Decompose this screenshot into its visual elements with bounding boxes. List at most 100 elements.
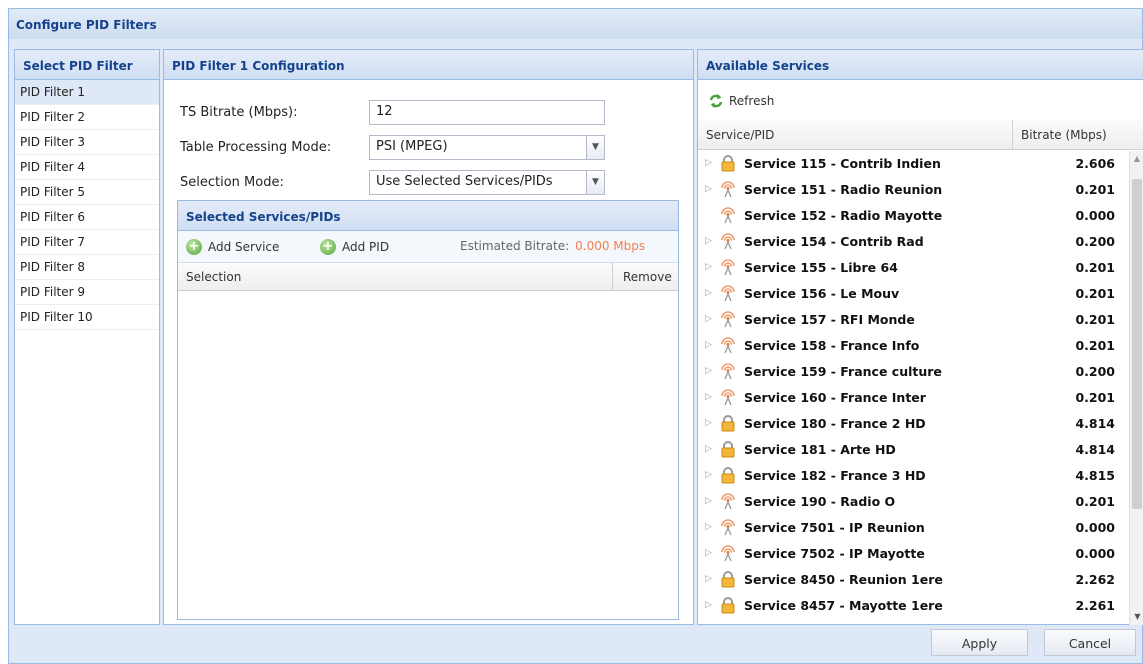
service-bitrate: 2.261 <box>1075 598 1115 613</box>
expand-icon[interactable]: ▷ <box>705 236 712 246</box>
lock-icon <box>719 414 737 432</box>
service-row[interactable]: ▷ Service 159 - France culture 0.200 <box>698 359 1143 385</box>
estimated-bitrate: Estimated Bitrate: 0.000 Mbps <box>460 239 645 253</box>
expand-icon[interactable]: ▷ <box>705 158 712 168</box>
pid-filter-item[interactable]: PID Filter 9 <box>15 280 159 305</box>
estimated-bitrate-label: Estimated Bitrate: <box>460 239 570 253</box>
expand-icon[interactable]: ▷ <box>705 184 712 194</box>
expand-icon[interactable]: ▷ <box>705 522 712 532</box>
service-name: Service 115 - Contrib Indien <box>744 156 941 171</box>
column-service-pid[interactable]: Service/PID <box>706 128 774 142</box>
expand-icon[interactable]: ▷ <box>705 392 712 402</box>
scrollbar[interactable]: ▲ ▼ <box>1129 151 1143 625</box>
pid-filter-item[interactable]: PID Filter 8 <box>15 255 159 280</box>
radio-icon <box>719 336 737 354</box>
expand-icon[interactable]: ▷ <box>705 496 712 506</box>
service-row[interactable]: ▷ Service 160 - France Inter 0.201 <box>698 385 1143 411</box>
expand-icon[interactable]: ▷ <box>705 288 712 298</box>
scroll-up-arrow[interactable]: ▲ <box>1130 151 1143 167</box>
radio-icon <box>719 310 737 328</box>
pid-filter-item[interactable]: PID Filter 7 <box>15 230 159 255</box>
expand-icon[interactable]: ▷ <box>705 574 712 584</box>
apply-button[interactable]: Apply <box>931 629 1028 656</box>
chevron-down-icon[interactable]: ▼ <box>586 136 604 159</box>
pid-filter-item[interactable]: PID Filter 6 <box>15 205 159 230</box>
service-row[interactable]: ▷ Service 8450 - Reunion 1ere 2.262 <box>698 567 1143 593</box>
pid-filter-item[interactable]: PID Filter 2 <box>15 105 159 130</box>
selected-grid-body <box>178 291 678 621</box>
service-name: Service 190 - Radio O <box>744 494 896 509</box>
scrollbar-thumb[interactable] <box>1132 179 1142 509</box>
services-grid-header: Service/PID Bitrate (Mbps) <box>698 120 1143 150</box>
service-row[interactable]: ▷ Service 115 - Contrib Indien 2.606 <box>698 151 1143 177</box>
add-service-button[interactable]: + Add Service <box>186 239 279 255</box>
ts-bitrate-label: TS Bitrate (Mbps): <box>180 105 298 120</box>
scroll-down-arrow[interactable]: ▼ <box>1130 609 1143 625</box>
service-row[interactable]: ▷ Service 158 - France Info 0.201 <box>698 333 1143 359</box>
expand-icon[interactable]: ▷ <box>705 418 712 428</box>
pid-filter-item[interactable]: PID Filter 4 <box>15 155 159 180</box>
refresh-button[interactable]: Refresh <box>708 93 774 109</box>
select-pid-filter-header: Select PID Filter <box>15 50 159 80</box>
chevron-down-icon[interactable]: ▼ <box>586 171 604 194</box>
radio-icon <box>719 284 737 302</box>
table-mode-value: PSI (MPEG) <box>376 139 448 154</box>
service-row[interactable]: Service 152 - Radio Mayotte 0.000 <box>698 203 1143 229</box>
expand-icon[interactable]: ▷ <box>705 444 712 454</box>
service-row[interactable]: ▷ Service 156 - Le Mouv 0.201 <box>698 281 1143 307</box>
window-title: Configure PID Filters <box>9 9 1142 39</box>
expand-icon[interactable]: ▷ <box>705 548 712 558</box>
expand-icon[interactable]: ▷ <box>705 470 712 480</box>
service-row[interactable]: ▷ Service 157 - RFI Monde 0.201 <box>698 307 1143 333</box>
ts-bitrate-input[interactable]: 12 <box>369 100 605 125</box>
service-bitrate: 0.200 <box>1075 364 1115 379</box>
service-bitrate: 0.201 <box>1075 182 1115 197</box>
service-row[interactable]: ▷ Service 190 - Radio O 0.201 <box>698 489 1143 515</box>
column-remove[interactable]: Remove <box>612 263 672 290</box>
lock-icon <box>719 466 737 484</box>
service-row[interactable]: ▷ Service 180 - France 2 HD 4.814 <box>698 411 1143 437</box>
expand-icon[interactable]: ▷ <box>705 340 712 350</box>
service-name: Service 160 - France Inter <box>744 390 926 405</box>
expand-icon[interactable]: ▷ <box>705 314 712 324</box>
service-name: Service 8457 - Mayotte 1ere <box>744 598 943 613</box>
service-row[interactable]: ▷ Service 151 - Radio Reunion 0.201 <box>698 177 1143 203</box>
selection-mode-select[interactable]: Use Selected Services/PIDs ▼ <box>369 170 605 195</box>
service-row[interactable]: ▷ Service 7502 - IP Mayotte 0.000 <box>698 541 1143 567</box>
add-pid-button[interactable]: + Add PID <box>320 239 389 255</box>
selection-mode-value: Use Selected Services/PIDs <box>376 174 553 189</box>
service-bitrate: 0.200 <box>1075 234 1115 249</box>
service-row[interactable]: ▷ Service 182 - France 3 HD 4.815 <box>698 463 1143 489</box>
radio-icon <box>719 180 737 198</box>
table-mode-select[interactable]: PSI (MPEG) ▼ <box>369 135 605 160</box>
service-row[interactable]: ▷ Service 8457 - Mayotte 1ere 2.261 <box>698 593 1143 619</box>
lock-icon <box>719 440 737 458</box>
add-icon: + <box>320 239 336 255</box>
pid-filter-config-panel: PID Filter 1 Configuration TS Bitrate (M… <box>163 49 694 625</box>
lock-icon <box>719 570 737 588</box>
pid-filter-item[interactable]: PID Filter 1 <box>15 80 159 105</box>
service-name: Service 180 - France 2 HD <box>744 416 926 431</box>
pid-filter-item[interactable]: PID Filter 3 <box>15 130 159 155</box>
service-name: Service 158 - France Info <box>744 338 920 353</box>
pid-filter-item[interactable]: PID Filter 10 <box>15 305 159 330</box>
service-row[interactable]: ▷ Service 181 - Arte HD 4.814 <box>698 437 1143 463</box>
service-row[interactable]: ▷ Service 155 - Libre 64 0.201 <box>698 255 1143 281</box>
radio-icon <box>719 388 737 406</box>
service-row[interactable]: ▷ Service 7501 - IP Reunion 0.000 <box>698 515 1143 541</box>
service-name: Service 156 - Le Mouv <box>744 286 900 301</box>
service-row[interactable]: ▷ Service 154 - Contrib Rad 0.200 <box>698 229 1143 255</box>
expand-icon[interactable]: ▷ <box>705 600 712 610</box>
pid-filter-item[interactable]: PID Filter 5 <box>15 180 159 205</box>
select-pid-filter-panel: Select PID Filter PID Filter 1 PID Filter… <box>14 49 160 625</box>
refresh-label: Refresh <box>729 94 775 108</box>
column-bitrate[interactable]: Bitrate (Mbps) <box>1012 120 1107 149</box>
config-header: PID Filter 1 Configuration <box>164 50 693 80</box>
service-name: Service 182 - France 3 HD <box>744 468 926 483</box>
selected-services-toolbar: + Add Service + Add PID Estimated Bitrat… <box>178 231 678 263</box>
cancel-button[interactable]: Cancel <box>1044 629 1136 656</box>
column-selection[interactable]: Selection <box>186 270 241 284</box>
expand-icon[interactable]: ▷ <box>705 366 712 376</box>
expand-icon[interactable]: ▷ <box>705 262 712 272</box>
service-bitrate: 0.201 <box>1075 494 1115 509</box>
